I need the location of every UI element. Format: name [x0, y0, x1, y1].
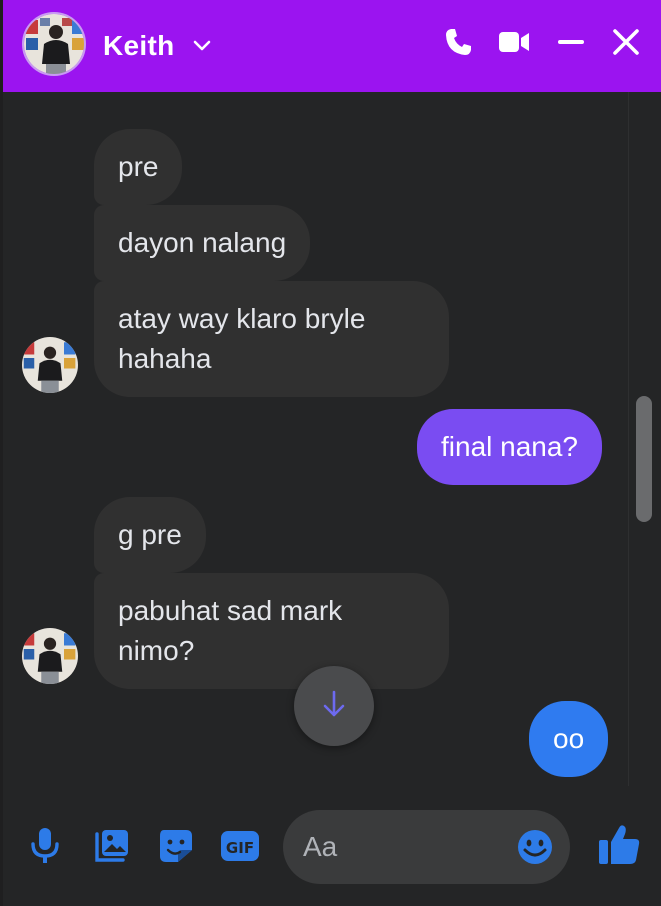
message-bubble-outgoing[interactable]: final nana? [417, 409, 603, 485]
video-camera-icon [496, 27, 532, 62]
chat-header: Keith [3, 0, 661, 92]
message-text: oo [553, 723, 585, 754]
smiley-icon [516, 830, 554, 870]
minimize-icon [555, 26, 587, 63]
message-text: final nana? [441, 431, 579, 462]
contact-avatar-small[interactable] [22, 337, 78, 393]
emoji-button[interactable] [516, 828, 554, 866]
thumbs-up-button[interactable] [595, 822, 643, 870]
thumbs-up-icon [597, 822, 641, 871]
chat-window: Keith pre dayon nalang atay way klaro br… [0, 0, 661, 906]
scroll-to-bottom-button[interactable] [294, 666, 374, 746]
video-call-button[interactable] [494, 24, 534, 64]
contact-avatar-small[interactable] [22, 628, 78, 684]
sticker-button[interactable] [154, 826, 198, 870]
message-bubble-incoming[interactable]: pre [94, 129, 183, 205]
attach-photo-button[interactable] [89, 826, 133, 870]
close-button[interactable] [606, 24, 646, 64]
photo-gallery-icon [91, 826, 131, 871]
scrollbar-thumb[interactable] [636, 396, 652, 522]
message-bubble-incoming[interactable]: pabuhat sad mark nimo? [94, 573, 449, 689]
phone-call-button[interactable] [439, 24, 479, 64]
contact-name[interactable]: Keith [103, 30, 175, 62]
message-text: dayon nalang [118, 227, 287, 258]
message-bubble-incoming[interactable]: g pre [94, 497, 206, 573]
minimize-button[interactable] [551, 24, 591, 64]
arrow-down-icon [318, 688, 350, 725]
close-icon [610, 26, 642, 63]
voice-clip-button[interactable] [23, 826, 67, 870]
phone-icon [443, 26, 475, 63]
message-text: atay way klaro bryle hahaha [118, 303, 366, 374]
microphone-icon [28, 826, 62, 871]
message-bubble-outgoing[interactable]: oo [529, 701, 609, 777]
gif-icon: GIF [219, 828, 261, 869]
sticker-icon [156, 826, 196, 871]
message-text: pre [118, 151, 159, 182]
chevron-down-icon[interactable] [191, 34, 213, 56]
message-text: g pre [118, 519, 182, 550]
message-input[interactable] [303, 828, 513, 866]
message-bubble-incoming[interactable]: atay way klaro bryle hahaha [94, 281, 449, 397]
svg-text:GIF: GIF [226, 839, 254, 857]
contact-avatar[interactable] [22, 12, 86, 76]
message-bubble-incoming[interactable]: dayon nalang [94, 205, 311, 281]
message-text: pabuhat sad mark nimo? [118, 595, 343, 666]
gif-button[interactable]: GIF [217, 826, 263, 870]
